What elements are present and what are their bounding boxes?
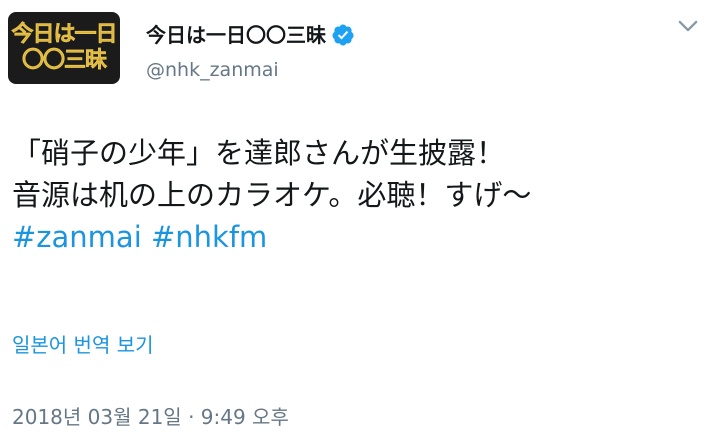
tweet-timestamp[interactable]: 2018년 03월 21일 · 9:49 오후 — [12, 404, 289, 430]
tweet-text-line: 「硝子の少年」を達郎さんが生披露！ — [12, 136, 506, 170]
hashtag-link-nhkfm[interactable]: #nhkfm — [151, 220, 267, 254]
translate-tweet-link[interactable]: 일본어 번역 보기 — [12, 332, 154, 358]
chevron-down-icon[interactable] — [674, 12, 702, 40]
avatar-logo-line1: 今日は一日 — [11, 22, 118, 48]
avatar[interactable]: 今日は一日 〇〇三昧 — [8, 12, 120, 84]
verified-badge-icon — [332, 24, 354, 46]
tweet-text: 「硝子の少年」を達郎さんが生披露！ 音源は机の上のカラオケ。必聴！すげ〜 #za… — [12, 132, 712, 258]
hashtag-link-zanmai[interactable]: #zanmai — [12, 220, 142, 254]
display-name-text: 今日は一日〇〇三昧 — [146, 23, 326, 47]
tweet-text-line: 音源は机の上のカラオケ。必聴！すげ〜 — [12, 178, 532, 212]
hashtag-line: #zanmai #nhkfm — [12, 216, 712, 258]
user-handle[interactable]: @nhk_zanmai — [146, 58, 279, 82]
avatar-logo-line2: 〇〇三昧 — [21, 48, 108, 74]
display-name[interactable]: 今日は一日〇〇三昧 — [146, 22, 355, 48]
